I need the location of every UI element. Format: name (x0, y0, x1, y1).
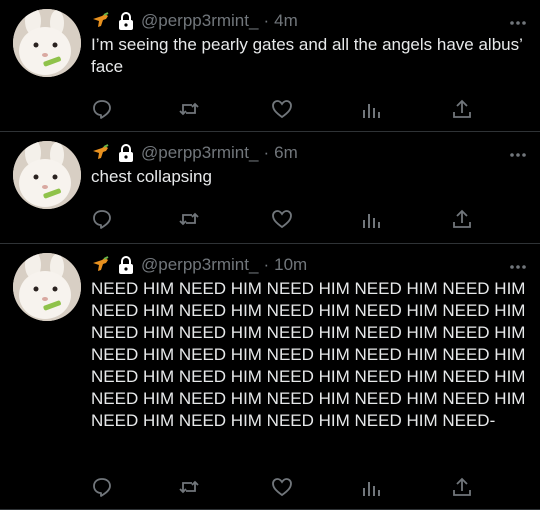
share-icon[interactable] (451, 98, 473, 120)
separator: · (263, 255, 270, 274)
reply-icon[interactable] (91, 98, 113, 120)
tweet[interactable]: @perpp3rmint_ · 4m I’m seeing the pearly… (0, 0, 540, 132)
share-icon[interactable] (451, 208, 473, 230)
like-icon[interactable] (271, 476, 293, 498)
retweet-icon[interactable] (178, 208, 200, 230)
water-gun-emoji-icon (91, 12, 111, 30)
separator: · (263, 143, 270, 162)
lock-icon (117, 143, 135, 163)
tweet-time[interactable]: 4m (274, 11, 298, 31)
tweet-text: chest collapsing (91, 167, 212, 186)
more-options-icon[interactable] (508, 145, 528, 157)
tweet-text: NEED HIM NEED HIM NEED HIM NEED HIM NEED… (91, 279, 531, 430)
tweet[interactable]: @perpp3rmint_ · 6m chest collapsing (0, 132, 540, 244)
share-icon[interactable] (451, 476, 473, 498)
analytics-icon[interactable] (360, 476, 382, 498)
avatar[interactable] (13, 9, 81, 77)
tweet-handle[interactable]: @perpp3rmint_ (141, 11, 258, 31)
tweet-handle[interactable]: @perpp3rmint_ (141, 255, 258, 275)
analytics-icon[interactable] (360, 98, 382, 120)
analytics-icon[interactable] (360, 208, 382, 230)
lock-icon (117, 11, 135, 31)
like-icon[interactable] (271, 208, 293, 230)
tweet-text: I’m seeing the pearly gates and all the … (91, 35, 527, 76)
retweet-icon[interactable] (178, 98, 200, 120)
like-icon[interactable] (271, 98, 293, 120)
separator: · (263, 11, 270, 30)
tweet-time[interactable]: 10m (274, 255, 307, 275)
avatar[interactable] (13, 253, 81, 321)
more-options-icon[interactable] (508, 257, 528, 269)
water-gun-emoji-icon (91, 144, 111, 162)
tweet[interactable]: @perpp3rmint_ · 10m NEED HIM NEED HIM NE… (0, 244, 540, 510)
more-options-icon[interactable] (508, 13, 528, 25)
reply-icon[interactable] (91, 476, 113, 498)
tweet-time[interactable]: 6m (274, 143, 298, 163)
reply-icon[interactable] (91, 208, 113, 230)
avatar[interactable] (13, 141, 81, 209)
tweet-handle[interactable]: @perpp3rmint_ (141, 143, 258, 163)
water-gun-emoji-icon (91, 256, 111, 274)
lock-icon (117, 255, 135, 275)
retweet-icon[interactable] (178, 476, 200, 498)
